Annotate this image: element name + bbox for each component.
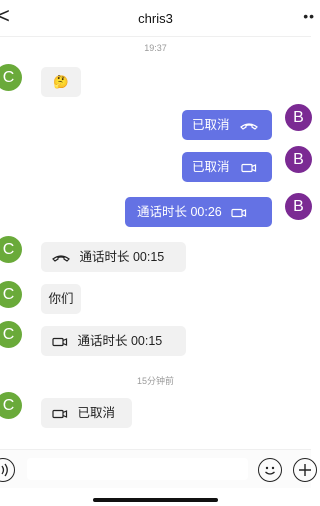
message-text: 你们 bbox=[48, 292, 74, 306]
message-bubble-incoming[interactable]: 通话时长 00:15 bbox=[41, 326, 186, 356]
avatar-contact[interactable]: C bbox=[0, 321, 22, 348]
message-text: 已取消 bbox=[192, 160, 230, 174]
message-text: 已取消 bbox=[192, 118, 230, 132]
plus-icon[interactable] bbox=[293, 458, 317, 482]
avatar-self[interactable]: B bbox=[285, 146, 312, 173]
message-text: 通话时长 00:15 bbox=[77, 334, 163, 348]
message-bubble-outgoing[interactable]: 已取消 bbox=[182, 152, 272, 182]
message-bubble-incoming[interactable]: 通话时长 00:15 bbox=[41, 242, 186, 272]
message-bubble-outgoing[interactable]: 已取消 bbox=[182, 110, 272, 140]
phone-hangup-icon bbox=[52, 255, 70, 262]
video-icon bbox=[231, 208, 247, 217]
home-indicator bbox=[93, 498, 218, 502]
video-icon bbox=[241, 163, 257, 172]
input-bar bbox=[0, 449, 317, 488]
voice-icon[interactable] bbox=[0, 458, 15, 482]
more-icon[interactable]: •• bbox=[303, 8, 315, 24]
emoji-icon[interactable] bbox=[258, 458, 282, 482]
avatar-self[interactable]: B bbox=[285, 193, 312, 220]
message-bubble-outgoing[interactable]: 通话时长 00:26 bbox=[125, 197, 272, 227]
phone-hangup-icon bbox=[240, 123, 258, 130]
timestamp: 15分钟前 bbox=[136, 376, 174, 386]
message-bubble-incoming[interactable]: 你们 bbox=[41, 284, 81, 314]
message-text: 通话时长 00:26 bbox=[137, 205, 222, 219]
chat-header: < chris3 •• bbox=[0, 0, 314, 37]
timestamp: 19:37 bbox=[144, 43, 167, 53]
message-input[interactable] bbox=[27, 458, 248, 480]
avatar-contact[interactable]: C bbox=[0, 281, 22, 308]
avatar-contact[interactable]: C bbox=[0, 236, 22, 263]
avatar-self[interactable]: B bbox=[285, 104, 312, 131]
video-icon bbox=[52, 337, 68, 346]
message-text: 🤔 bbox=[53, 75, 69, 89]
avatar-contact[interactable]: C bbox=[0, 392, 22, 419]
video-icon bbox=[52, 409, 68, 418]
message-text: 已取消 bbox=[77, 406, 115, 420]
chat-title: chris3 bbox=[138, 11, 173, 26]
message-bubble-incoming[interactable]: 🤔 bbox=[41, 67, 81, 97]
message-bubble-incoming[interactable]: 已取消 bbox=[41, 398, 132, 428]
message-text: 通话时长 00:15 bbox=[79, 250, 165, 264]
avatar-contact[interactable]: C bbox=[0, 64, 22, 91]
